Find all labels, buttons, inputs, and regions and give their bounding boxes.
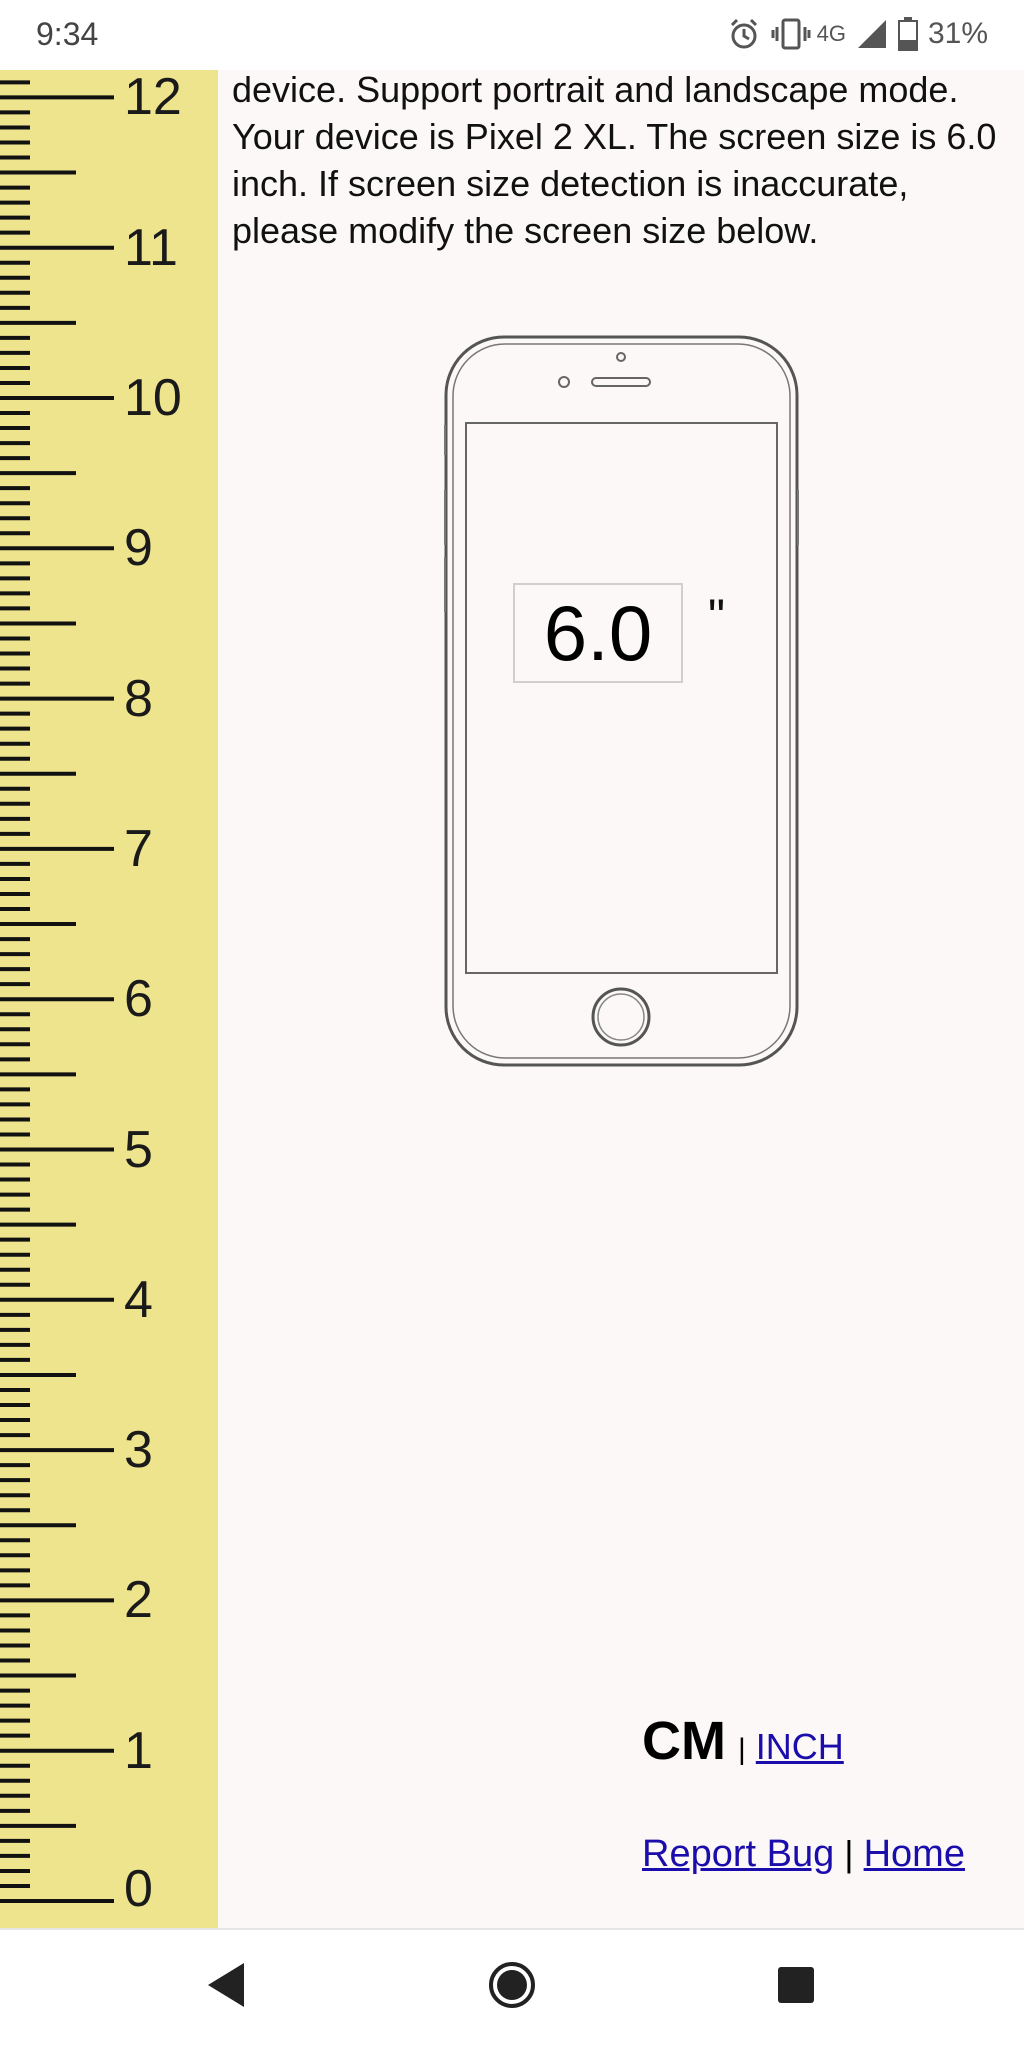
ruler[interactable]: 12 11 10 9 8 7 6 5 4 3 2 1 0 [0, 70, 218, 1928]
ruler-label: 9 [124, 519, 153, 578]
content-area: device. Support portrait and landscape m… [218, 69, 1024, 1928]
ruler-label: 1 [124, 1721, 153, 1780]
ruler-label: 4 [124, 1270, 153, 1329]
unit-cm-label[interactable]: CM [642, 1710, 726, 1772]
ruler-label: 12 [124, 68, 182, 127]
ruler-label: 0 [124, 1860, 153, 1918]
unit-separator: | [737, 1733, 746, 1766]
vibrate-icon [771, 17, 811, 51]
alarm-icon [727, 17, 761, 51]
links-separator: | [844, 1833, 854, 1874]
phone-illustration [444, 335, 799, 1067]
inch-mark: " [708, 591, 726, 644]
home-icon[interactable] [488, 1960, 536, 2015]
ruler-label: 3 [124, 1421, 153, 1480]
report-bug-link[interactable]: Report Bug [642, 1833, 834, 1876]
ruler-label: 5 [124, 1120, 153, 1179]
unit-selector: CM | INCH [642, 1710, 844, 1772]
unit-inch-link[interactable]: INCH [756, 1726, 844, 1768]
status-time: 9:34 [36, 16, 99, 52]
ruler-label: 10 [124, 369, 182, 427]
ruler-label: 7 [124, 819, 153, 878]
battery-icon [897, 17, 918, 51]
battery-percent: 31% [927, 17, 988, 50]
footer-links: Report Bug | Home [642, 1833, 965, 1876]
screen-size-input[interactable]: 6.0 [513, 583, 683, 683]
network-label: 4G [816, 21, 846, 46]
signal-icon [856, 18, 888, 50]
ruler-label: 6 [124, 970, 153, 1029]
home-link[interactable]: Home [864, 1833, 965, 1876]
ruler-label: 11 [124, 218, 178, 277]
status-icons: 4G 31% [727, 14, 988, 54]
back-icon[interactable] [204, 1960, 248, 2015]
recents-icon[interactable] [776, 1960, 816, 2015]
status-bar: 9:34 4G 31% [0, 0, 1024, 70]
ruler-label: 8 [124, 669, 153, 728]
navigation-bar [0, 1928, 1024, 2048]
intro-text: device. Support portrait and landscape m… [232, 69, 997, 251]
ruler-label: 2 [124, 1571, 153, 1630]
